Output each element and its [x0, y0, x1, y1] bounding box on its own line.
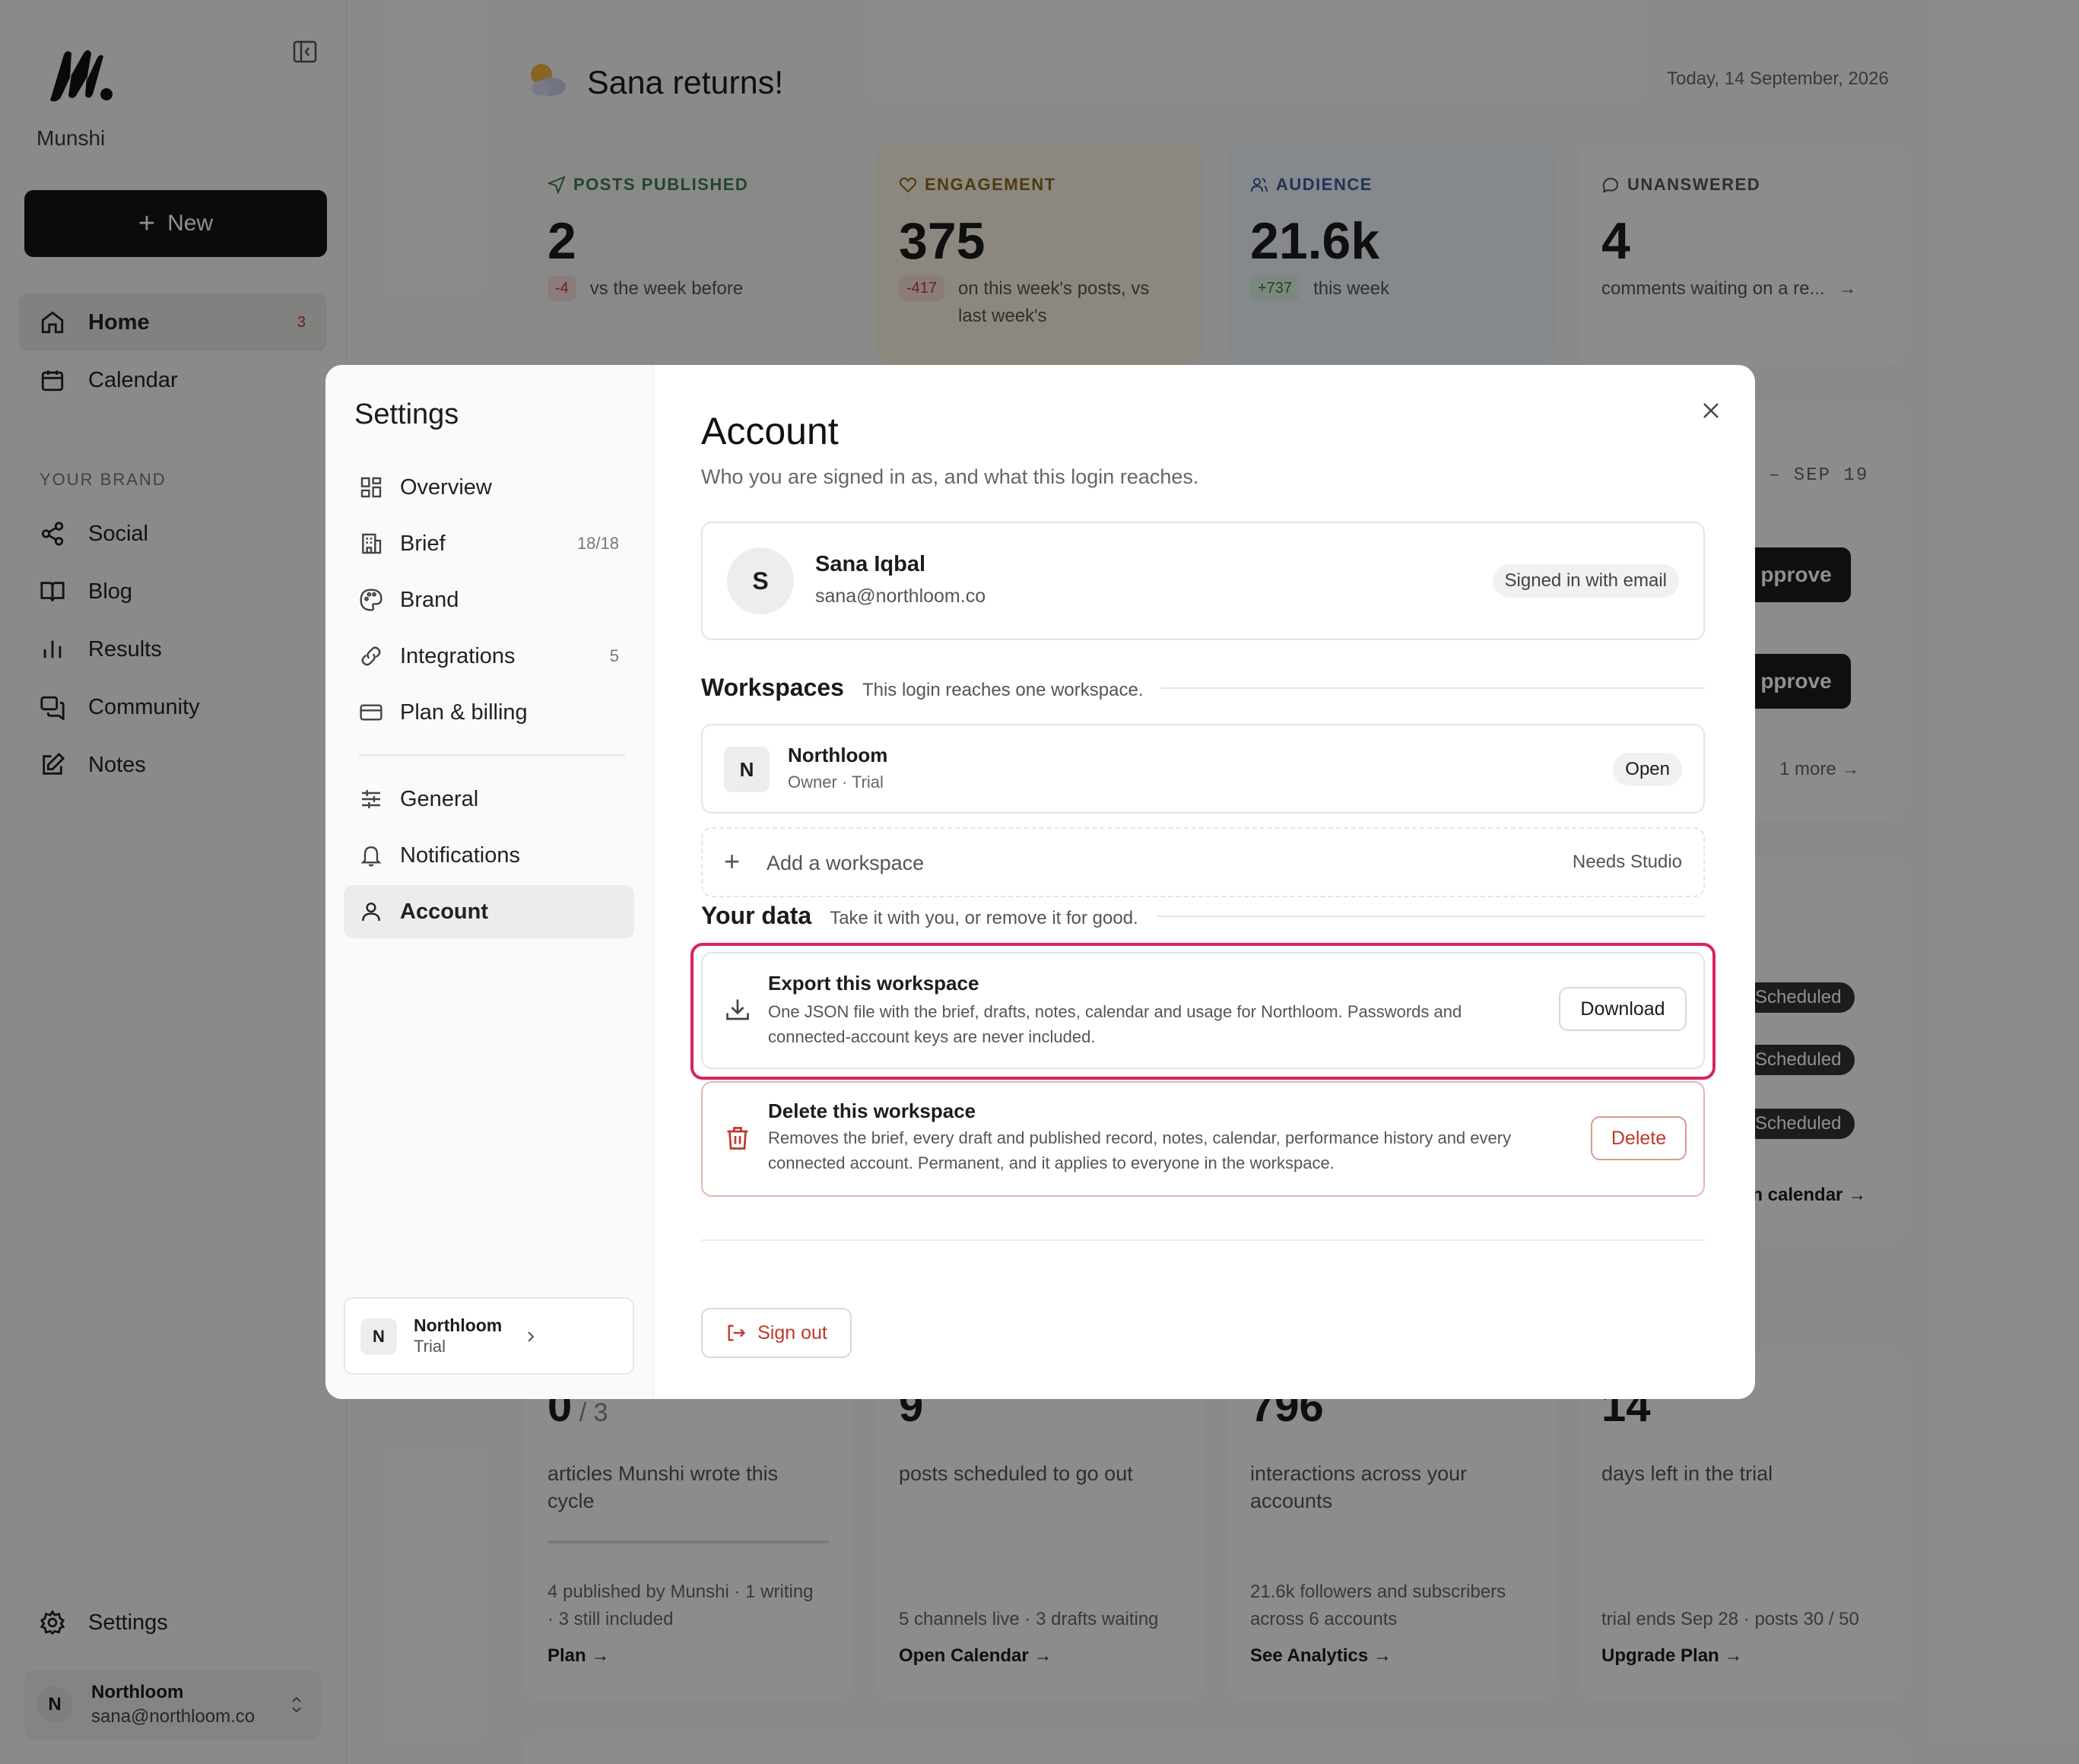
delete-title: Delete this workspace	[768, 1099, 976, 1122]
workspace-name: Northloom	[788, 744, 888, 766]
workspace-role: Owner · Trial	[788, 773, 884, 792]
your-data-section-header: Your data Take it with you, or remove it…	[701, 902, 1705, 930]
workspace-plan: Trial	[414, 1337, 446, 1356]
divider	[701, 1239, 1705, 1241]
export-description: One JSON file with the brief, drafts, no…	[768, 1002, 1462, 1046]
add-workspace-row[interactable]: + Add a workspace Needs Studio	[701, 827, 1705, 897]
page-subtitle: Who you are signed in as, and what this …	[701, 465, 1199, 488]
settings-title: Settings	[354, 398, 459, 430]
building-icon	[362, 533, 382, 554]
settings-nav-plan-billing[interactable]: Plan & billing	[344, 686, 634, 739]
settings-nav-integrations[interactable]: Integrations 5	[344, 630, 634, 683]
integrations-count: 5	[609, 646, 619, 665]
workspace-avatar: N	[360, 1318, 397, 1355]
open-workspace-button[interactable]: Open	[1613, 753, 1682, 786]
user-icon	[362, 903, 380, 922]
workspaces-section-header: Workspaces This login reaches one worksp…	[701, 674, 1705, 702]
brief-count: 18/18	[576, 534, 619, 553]
export-title: Export this workspace	[768, 972, 979, 995]
settings-nav-notifications[interactable]: Notifications	[344, 829, 634, 882]
workspace-avatar: N	[724, 747, 770, 792]
user-name: Sana Iqbal	[815, 552, 926, 576]
export-workspace-card: Export this workspace One JSON file with…	[701, 952, 1705, 1069]
user-avatar: S	[727, 547, 794, 614]
chevron-right-icon	[528, 1331, 535, 1342]
signed-in-user-card: S Sana Iqbal sana@northloom.co Signed in…	[701, 522, 1705, 640]
download-icon	[726, 999, 749, 1020]
needs-studio-note: Needs Studio	[1572, 852, 1682, 872]
settings-nav-brand[interactable]: Brand	[344, 573, 634, 627]
workspace-name: Northloom	[414, 1315, 503, 1335]
palette-icon	[360, 589, 382, 611]
add-workspace-label: Add a workspace	[767, 852, 925, 874]
credit-card-icon	[360, 704, 382, 721]
settings-nav-overview[interactable]: Overview	[344, 461, 634, 514]
sliders-icon	[362, 790, 380, 808]
trash-icon	[727, 1127, 748, 1150]
user-email: sana@northloom.co	[815, 585, 986, 607]
nav-divider	[359, 754, 625, 756]
settings-nav: Settings Overview Brief 18/18 Brand Inte…	[325, 365, 654, 1399]
settings-nav-general[interactable]: General	[344, 773, 634, 826]
delete-button[interactable]: Delete	[1591, 1116, 1687, 1160]
page-title: Account	[701, 410, 839, 452]
signin-method-badge: Signed in with email	[1492, 564, 1679, 598]
settings-nav-brief[interactable]: Brief 18/18	[344, 517, 634, 570]
delete-workspace-card: Delete this workspace Removes the brief,…	[701, 1081, 1705, 1197]
close-icon[interactable]	[1697, 397, 1725, 424]
link-icon	[361, 646, 381, 666]
workspace-row: N Northloom Owner · Trial Open	[701, 724, 1705, 814]
delete-description: Removes the brief, every draft and publi…	[768, 1128, 1512, 1172]
grid-icon	[360, 477, 382, 498]
download-button[interactable]: Download	[1559, 987, 1687, 1031]
sign-out-button[interactable]: Sign out	[701, 1308, 852, 1358]
settings-nav-account[interactable]: Account	[344, 885, 634, 938]
sign-out-icon	[728, 1325, 746, 1341]
plus-icon: +	[724, 846, 741, 877]
bell-icon	[360, 846, 382, 867]
settings-modal: Settings Overview Brief 18/18 Brand Inte…	[325, 365, 1755, 1399]
workspace-switcher[interactable]: N Northloom Trial	[344, 1297, 634, 1375]
